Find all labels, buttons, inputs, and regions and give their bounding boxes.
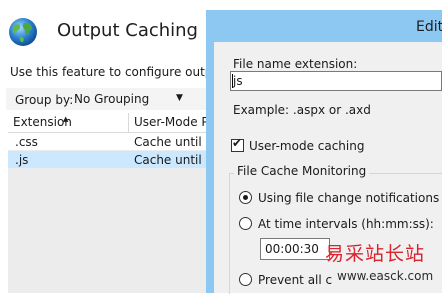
page-title: Output Caching xyxy=(57,20,198,41)
watermark-text: 易采站长站 xyxy=(325,243,426,265)
radio-time-intervals[interactable] xyxy=(239,217,252,230)
radio-label-time-intervals[interactable]: At time intervals (hh:mm:ss): xyxy=(258,217,434,231)
group-title: File Cache Monitoring xyxy=(234,164,370,178)
radio-label-file-change[interactable]: Using file change notifications xyxy=(258,191,439,205)
group-by-dropdown[interactable]: No Grouping xyxy=(74,92,149,106)
column-header-user-mode[interactable]: User-Mode Po xyxy=(134,115,216,129)
globe-icon xyxy=(9,18,37,46)
watermark-url: www.easck.com xyxy=(337,269,434,283)
radio-prevent-caching[interactable] xyxy=(239,273,252,286)
sort-ascending-icon: ▲ xyxy=(63,115,69,123)
extension-example: Example: .aspx or .axd xyxy=(233,103,371,117)
group-by-label: Group by: xyxy=(15,93,74,107)
radio-label-prevent[interactable]: Prevent all c xyxy=(258,273,332,287)
column-divider[interactable] xyxy=(128,113,129,132)
feature-description: Use this feature to configure output c xyxy=(10,65,236,79)
checkmark-icon: ✔ xyxy=(232,136,243,150)
interval-value: 00:00:30 xyxy=(265,242,319,256)
user-mode-caching-label[interactable]: User-mode caching xyxy=(249,139,364,153)
extension-label: File name extension: xyxy=(233,57,358,71)
dropdown-arrow-icon[interactable]: ▼ xyxy=(176,93,183,103)
text-cursor xyxy=(232,74,233,88)
extension-input[interactable] xyxy=(230,71,442,91)
cell-extension: .css xyxy=(15,135,38,149)
dialog-title: Edit xyxy=(416,19,442,35)
extension-value: js xyxy=(233,74,243,88)
cell-extension: .js xyxy=(15,153,29,167)
radio-selected-dot xyxy=(243,195,248,200)
